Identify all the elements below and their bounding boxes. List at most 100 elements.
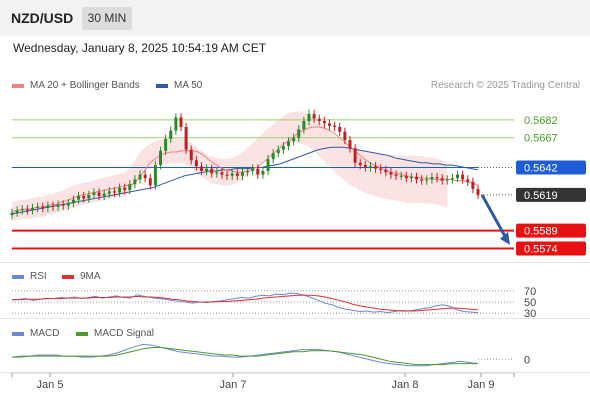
candle-body	[30, 207, 34, 211]
candle-body	[112, 191, 116, 193]
candle-body	[51, 205, 55, 207]
candle-body	[61, 204, 65, 206]
candle-body	[97, 192, 101, 197]
candle-body	[56, 204, 60, 207]
chart-canvas: 0.5682 0.5667 0.5642 0.5619 0.5589 0.5574 7050…	[0, 109, 590, 391]
candle-body	[10, 212, 14, 216]
candle-body	[25, 209, 29, 211]
x-tick-label: Jan 8	[392, 379, 419, 391]
candle-body	[276, 149, 280, 154]
candle-body	[159, 150, 163, 166]
candle-body	[435, 177, 439, 179]
candle-body	[189, 149, 193, 161]
candle-body	[102, 193, 106, 197]
candle-body	[266, 159, 270, 172]
x-tick-label: Jan 9	[468, 379, 495, 391]
candle-body	[297, 129, 301, 138]
resistance-label: 0.5682	[524, 115, 558, 127]
candle-body	[333, 125, 337, 127]
candle-body	[471, 181, 475, 189]
candle-body	[384, 169, 388, 173]
candle-body	[343, 131, 347, 141]
candle-body	[118, 187, 122, 193]
candle-body	[184, 126, 188, 150]
candle-body	[251, 168, 255, 172]
candle-body	[445, 179, 449, 181]
candle-body	[399, 175, 403, 177]
candle-body	[169, 130, 173, 139]
candle-body	[425, 179, 429, 181]
candle-body	[353, 148, 357, 163]
x-tick-label: Jan 5	[37, 379, 64, 391]
candle-body	[210, 168, 214, 174]
candle-body	[409, 177, 413, 179]
candle-body	[225, 174, 229, 176]
candle-body	[138, 174, 142, 180]
candle-body	[312, 113, 316, 119]
resistance-label: 0.5667	[524, 133, 558, 145]
current-label: 0.5619	[524, 190, 558, 202]
rsi-tick-label: 30	[524, 308, 536, 320]
candle-body	[174, 117, 178, 131]
candle-body	[440, 178, 444, 181]
candle-body	[430, 177, 434, 180]
candle-body	[456, 174, 460, 179]
candle-body	[256, 168, 260, 175]
candle-body	[281, 146, 285, 150]
candle-body	[123, 187, 127, 191]
candle-body	[220, 172, 224, 175]
macd-line	[11, 343, 479, 367]
candle-body	[358, 162, 362, 166]
candle-body	[466, 179, 470, 182]
candle-body	[71, 199, 75, 204]
rsi-tick-label: 70	[524, 286, 536, 298]
candle-body	[374, 166, 378, 169]
candle-body	[194, 160, 198, 167]
candle-body	[153, 165, 157, 186]
candle-body	[143, 174, 147, 179]
candle-body	[20, 209, 24, 211]
candle-body	[363, 165, 367, 168]
rsi-tick-label: 50	[524, 297, 536, 309]
candle-body	[415, 177, 419, 180]
bollinger-band	[12, 111, 448, 222]
candle-body	[148, 178, 152, 186]
candle-body	[41, 206, 45, 208]
candle-body	[287, 141, 291, 147]
candle-body	[107, 191, 111, 194]
candle-body	[36, 206, 40, 208]
candle-body	[450, 178, 454, 180]
candle-body	[66, 203, 70, 206]
candle-body	[338, 126, 342, 132]
candle-body	[133, 179, 137, 185]
candle-body	[235, 173, 239, 176]
candle-body	[215, 172, 219, 174]
candle-body	[179, 117, 183, 127]
candle-body	[230, 173, 234, 176]
candle-body	[87, 194, 91, 199]
candle-body	[271, 153, 275, 160]
candle-body	[82, 196, 86, 199]
candle-body	[128, 184, 132, 191]
candle-body	[307, 113, 311, 122]
candle-body	[322, 121, 326, 124]
macd-tick-label: 0	[524, 354, 530, 366]
candle-body	[92, 192, 96, 195]
candle-body	[302, 121, 306, 130]
candle-body	[368, 166, 372, 168]
candle-body	[420, 179, 424, 181]
candle-body	[348, 140, 352, 149]
candle-body	[404, 175, 408, 179]
candle-body	[199, 166, 203, 172]
rsi-line	[11, 292, 479, 314]
candle-body	[46, 205, 50, 208]
forecast-arrow	[480, 194, 509, 241]
candle-body	[261, 171, 265, 175]
candle-body	[476, 188, 480, 195]
support-label: 0.5574	[524, 243, 558, 255]
x-tick-label: Jan 7	[220, 379, 247, 391]
candle-body	[394, 174, 398, 176]
candle-body	[292, 137, 296, 142]
pivot-label: 0.5642	[524, 162, 558, 174]
candle-body	[246, 171, 250, 173]
